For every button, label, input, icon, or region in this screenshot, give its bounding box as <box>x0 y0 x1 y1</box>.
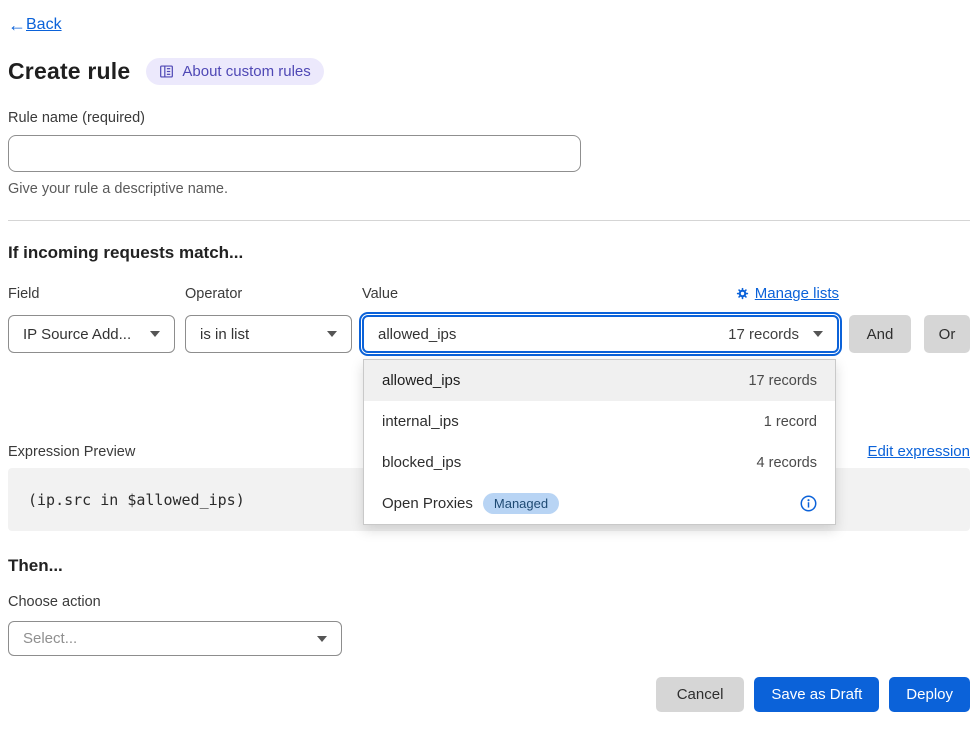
create-rule-page: ← Back Create rule About custom rules Ru… <box>0 0 979 739</box>
dropdown-item-open-proxies[interactable]: Open Proxies Managed <box>364 483 835 524</box>
about-custom-rules-link[interactable]: About custom rules <box>146 58 323 85</box>
value-label: Value <box>362 286 398 302</box>
managed-badge: Managed <box>483 493 559 514</box>
field-column: Field IP Source Add... <box>8 286 175 353</box>
value-select-meta: 17 records <box>728 326 799 343</box>
value-header: Value <box>362 285 839 302</box>
manage-lists-link[interactable]: Manage lists <box>736 285 839 302</box>
action-select-placeholder: Select... <box>23 630 77 647</box>
rule-name-helper: Give your rule a descriptive name. <box>8 181 970 197</box>
caret-down-icon <box>327 331 337 337</box>
dropdown-item-blocked-ips[interactable]: blocked_ips 4 records <box>364 442 835 483</box>
operator-column: Operator is in list <box>185 286 352 353</box>
gear-icon <box>736 287 749 300</box>
caret-down-icon <box>317 636 327 642</box>
list-record-count: 1 record <box>764 414 817 430</box>
list-name: internal_ips <box>382 413 459 430</box>
match-section-heading: If incoming requests match... <box>8 243 970 263</box>
value-select-right: 17 records <box>728 326 823 343</box>
page-title: Create rule <box>8 58 130 85</box>
edit-expression-link[interactable]: Edit expression <box>867 443 970 460</box>
choose-action-label: Choose action <box>8 594 970 610</box>
rule-name-input[interactable] <box>8 135 581 172</box>
back-row: ← Back <box>8 16 970 34</box>
save-as-draft-button[interactable]: Save as Draft <box>754 677 879 712</box>
section-divider <box>8 220 970 221</box>
expression-code: (ip.src in $allowed_ips) <box>28 491 245 509</box>
back-link[interactable]: Back <box>26 16 62 34</box>
book-icon <box>159 64 174 79</box>
info-icon[interactable] <box>800 495 817 512</box>
rule-name-label: Rule name (required) <box>8 110 970 126</box>
cancel-button[interactable]: Cancel <box>656 677 745 712</box>
operator-select[interactable]: is in list <box>185 315 352 353</box>
footer-actions: Cancel Save as Draft Deploy <box>8 677 970 712</box>
action-select[interactable]: Select... <box>8 621 342 656</box>
manage-lists-label: Manage lists <box>755 285 839 302</box>
condition-row: Field IP Source Add... Operator is in li… <box>8 285 970 353</box>
field-label: Field <box>8 286 175 302</box>
caret-down-icon <box>150 331 160 337</box>
list-name: Open Proxies <box>382 495 473 512</box>
dropdown-item-internal-ips[interactable]: internal_ips 1 record <box>364 401 835 442</box>
about-badge-label: About custom rules <box>182 63 310 80</box>
operator-label: Operator <box>185 286 352 302</box>
list-name-group: Open Proxies Managed <box>382 493 559 514</box>
value-dropdown: allowed_ips 17 records internal_ips 1 re… <box>363 359 836 525</box>
arrow-left-icon: ← <box>8 16 26 34</box>
caret-down-icon <box>813 331 823 337</box>
value-select-name: allowed_ips <box>378 326 456 343</box>
deploy-button[interactable]: Deploy <box>889 677 970 712</box>
title-row: Create rule About custom rules <box>8 58 970 85</box>
value-column: Value <box>362 285 839 353</box>
and-button[interactable]: And <box>849 315 911 353</box>
list-record-count: 4 records <box>757 455 817 471</box>
list-name: allowed_ips <box>382 372 460 389</box>
field-select-value: IP Source Add... <box>23 326 131 343</box>
list-name: blocked_ips <box>382 454 461 471</box>
list-record-count: 17 records <box>748 373 817 389</box>
expression-preview-label: Expression Preview <box>8 444 135 460</box>
value-select[interactable]: allowed_ips 17 records <box>362 315 839 353</box>
then-section-heading: Then... <box>8 556 970 576</box>
field-select[interactable]: IP Source Add... <box>8 315 175 353</box>
or-button[interactable]: Or <box>924 315 970 353</box>
dropdown-item-allowed-ips[interactable]: allowed_ips 17 records <box>364 360 835 401</box>
operator-select-value: is in list <box>200 326 249 343</box>
